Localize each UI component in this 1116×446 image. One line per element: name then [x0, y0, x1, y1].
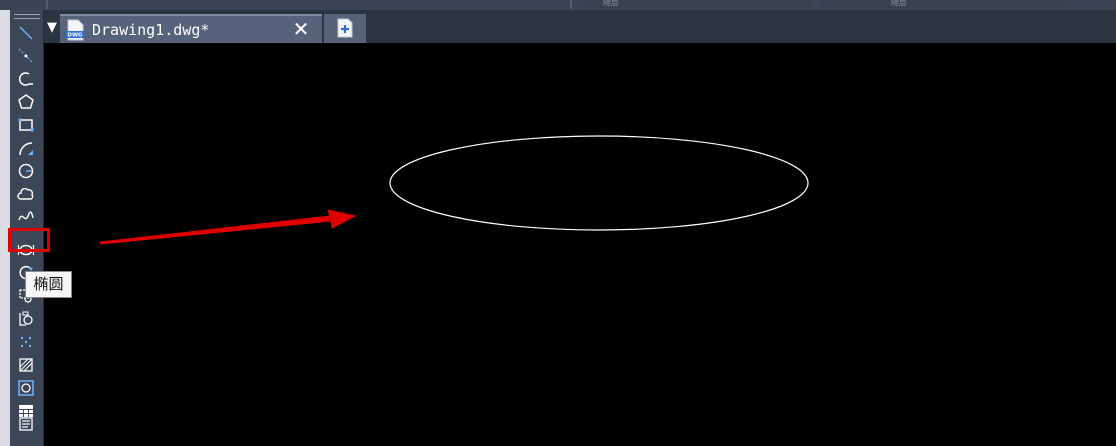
region-tool-button[interactable] [14, 378, 38, 398]
tab-title: Drawing1.dwg* [92, 21, 210, 39]
polygon-icon [18, 94, 34, 109]
construction-line-icon [18, 48, 34, 64]
new-file-icon [337, 18, 353, 38]
linetype-value: 随层 [603, 0, 619, 7]
dwg-file-icon: DWG [66, 19, 84, 41]
circle-icon [18, 163, 34, 179]
document-tab-bar: ▼ DWG Drawing1.dwg* ✕ [44, 10, 1116, 43]
new-drawing-button[interactable] [324, 14, 366, 43]
multiline-text-tool-button[interactable] [14, 414, 38, 434]
drawn-ellipse[interactable] [389, 135, 809, 231]
arc-icon [19, 142, 33, 156]
dwg-file-icon-label: DWG [67, 33, 83, 39]
revision-cloud-tool-button[interactable] [14, 184, 38, 204]
spline-tool-button[interactable] [14, 207, 38, 227]
region-icon [18, 380, 34, 396]
tab-list-menu-button[interactable]: ▼ [44, 14, 60, 42]
line-icon [19, 26, 33, 40]
point-icon [20, 336, 32, 348]
polygon-tool-button[interactable] [14, 92, 38, 112]
hatch-icon [19, 358, 33, 372]
make-block-icon [19, 311, 33, 326]
polyline-arc-icon [19, 72, 33, 86]
rectangle-tool-button[interactable] [14, 115, 38, 135]
layer-toolbar-segment [10, 0, 48, 9]
revision-cloud-icon [17, 187, 34, 200]
point-tool-button[interactable] [14, 332, 38, 352]
ellipse-tooltip: 椭圆 [25, 271, 72, 298]
make-block-tool-button[interactable] [14, 309, 38, 329]
multiline-text-icon [19, 417, 33, 431]
hatch-tool-button[interactable] [14, 355, 38, 375]
rectangle-icon [18, 118, 34, 132]
toolbar-grip[interactable] [14, 14, 40, 19]
ellipse-tool-highlight [8, 228, 50, 252]
canvas-drawing-layer [389, 135, 809, 231]
view-toolbar-segment [490, 0, 572, 9]
arc-tool-button[interactable] [14, 138, 38, 158]
polyline-tool-button[interactable] [14, 69, 38, 89]
circle-tool-button[interactable] [14, 161, 38, 181]
line-tool-button[interactable] [14, 23, 38, 43]
spline-icon [18, 211, 34, 221]
close-tab-button[interactable]: ✕ [290, 18, 312, 40]
construction-line-tool-button[interactable] [14, 46, 38, 66]
drawing-canvas[interactable] [44, 43, 1116, 446]
lineweight-dropdown[interactable]: 随层 [821, 0, 1071, 8]
tab-drawing1[interactable]: DWG Drawing1.dwg* ✕ [60, 14, 322, 43]
lineweight-value: 随层 [891, 0, 907, 7]
linetype-dropdown[interactable]: 随层 [583, 0, 813, 8]
